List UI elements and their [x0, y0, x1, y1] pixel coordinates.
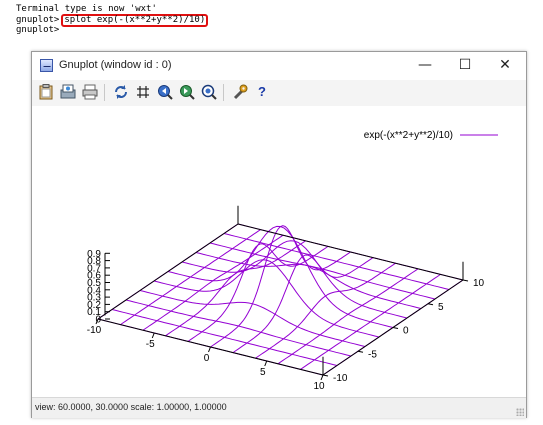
x-tick: [320, 374, 324, 381]
x-tick: [151, 332, 155, 339]
gnuplot-window: Gnuplot (window id : 0) — ☐ ✕ ? 0 0.1 0.…: [31, 51, 527, 418]
print-icon[interactable]: [81, 83, 99, 101]
terminal-line-1: Terminal type is now 'wxt': [16, 4, 157, 14]
surface-line: [167, 225, 394, 328]
y-tick-label: 5: [438, 302, 444, 313]
x-tick-label: 0: [204, 353, 210, 364]
resize-grip[interactable]: [516, 408, 524, 416]
surface-line: [210, 225, 351, 348]
legend-label: exp(-(x**2+y**2)/10): [364, 130, 453, 141]
x-tick-label: 10: [313, 381, 325, 392]
x-tick-label: 5: [260, 367, 266, 378]
y-tick: [322, 374, 329, 377]
base-edge-back: [97, 223, 239, 320]
toolbar-separator: [223, 84, 224, 101]
surface-line: [125, 299, 352, 357]
y-tick: [427, 303, 434, 306]
clipboard-icon[interactable]: [37, 83, 55, 101]
autoscale-icon[interactable]: [200, 83, 218, 101]
y-tick: [462, 279, 469, 282]
y-tick-label: 0: [403, 326, 409, 337]
export-icon[interactable]: [59, 83, 77, 101]
surface-plot: 00.10.20.30.40.50.60.70.80.9-10-50510-10…: [87, 130, 498, 392]
gnuplot-app-icon: [40, 59, 53, 72]
y-tick-label: 10: [473, 278, 485, 289]
x-tick-label: -5: [146, 339, 155, 350]
surface-line: [277, 268, 419, 365]
y-tick-label: -5: [368, 349, 377, 360]
window-titlebar[interactable]: Gnuplot (window id : 0) — ☐ ✕: [32, 52, 526, 80]
y-tick-label: -10: [333, 373, 348, 384]
status-bar: view: 60.0000, 30.0000 scale: 1.00000, 1…: [32, 397, 526, 418]
x-tick: [208, 346, 211, 353]
surface-line: [120, 229, 261, 326]
terminal-command: splot exp(-(x**2+y**2)/10): [61, 14, 209, 27]
plot-canvas[interactable]: 0 0.1 0.2 0.3 0.4 0.5 0.6 0.7 0.8 0.9 -10 -5 0 5 10 -10…: [32, 106, 526, 397]
close-button[interactable]: ✕: [490, 54, 520, 78]
minimize-button[interactable]: —: [410, 54, 440, 78]
window-title: Gnuplot (window id : 0): [59, 59, 172, 71]
y-tick: [392, 327, 399, 329]
toolbar-separator: [104, 84, 105, 101]
z-tick-label: 0.9: [87, 249, 101, 260]
terminal-prompt: gnuplot>: [16, 15, 60, 25]
surface-line: [153, 259, 380, 338]
terminal-line-3: gnuplot>: [16, 25, 60, 35]
zoom-prev-icon[interactable]: [156, 83, 174, 101]
surface-line: [187, 243, 329, 342]
surface-line: [142, 234, 284, 331]
x-tick-label: -10: [87, 325, 102, 336]
status-text: view: 60.0000, 30.0000 scale: 1.00000, 1…: [35, 402, 227, 412]
zoom-next-icon[interactable]: [178, 83, 196, 101]
help-icon[interactable]: ?: [253, 83, 271, 101]
maximize-button[interactable]: ☐: [450, 54, 480, 78]
y-tick: [357, 350, 364, 353]
x-tick: [264, 360, 268, 367]
config-icon[interactable]: [231, 83, 249, 101]
grid-icon[interactable]: [134, 83, 152, 101]
replot-icon[interactable]: [112, 83, 130, 101]
toolbar: ?: [32, 80, 526, 106]
